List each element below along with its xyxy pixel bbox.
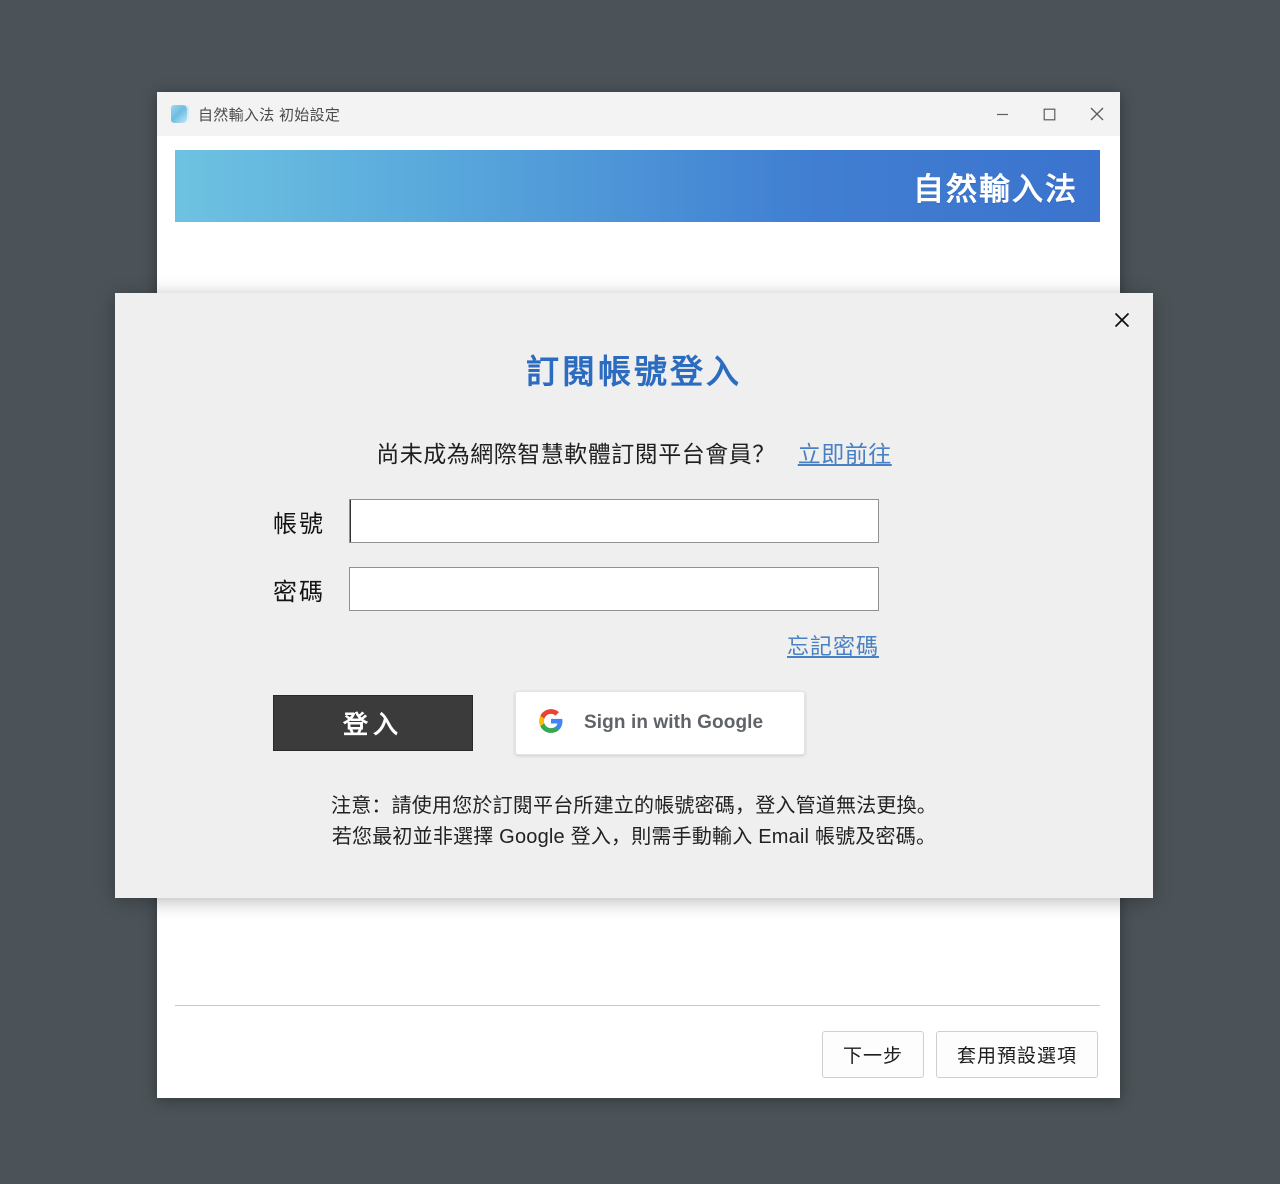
signup-link[interactable]: 立即前往 <box>798 441 892 467</box>
title-bar: 自然輸入法 初始設定 <box>157 92 1120 136</box>
window-controls <box>979 92 1120 136</box>
login-notice: 注意：請使用您於訂閱平台所建立的帳號密碼，登入管道無法更換。 若您最初並非選擇 … <box>115 791 1153 853</box>
app-icon <box>171 105 189 123</box>
password-field-row: 密碼 <box>273 567 1153 611</box>
window-title: 自然輸入法 初始設定 <box>198 106 341 124</box>
signup-prompt-text: 尚未成為網際智慧軟體訂閱平台會員？ <box>376 441 776 467</box>
google-sign-in-button[interactable]: Sign in with Google <box>515 691 805 755</box>
apply-defaults-button[interactable]: 套用預設選項 <box>935 1031 1098 1078</box>
subscription-login-dialog: 訂閱帳號登入 尚未成為網際智慧軟體訂閱平台會員？ 立即前往 帳號 密碼 忘記密碼 … <box>115 293 1153 898</box>
login-action-row: 登入 Sign in with Google <box>273 691 1153 755</box>
account-input[interactable] <box>349 499 879 543</box>
brand-banner-title: 自然輸入法 <box>913 171 1078 207</box>
next-step-button[interactable]: 下一步 <box>821 1031 924 1078</box>
minimize-icon[interactable] <box>979 92 1026 136</box>
password-label: 密碼 <box>273 578 325 606</box>
login-button[interactable]: 登入 <box>273 695 473 751</box>
login-notice-line-2: 若您最初並非選擇 Google 登入，則需手動輸入 Email 帳號及密碼。 <box>331 826 937 848</box>
google-g-icon <box>538 708 564 739</box>
signup-prompt: 尚未成為網際智慧軟體訂閱平台會員？ 立即前往 <box>115 435 1153 469</box>
forgot-password-row: 忘記密碼 <box>273 629 879 661</box>
login-form: 帳號 密碼 忘記密碼 登入 Sign in with Google <box>115 499 1153 755</box>
footer-button-group: 下一步 套用預設選項 <box>821 1031 1098 1078</box>
dialog-title: 訂閱帳號登入 <box>526 353 742 390</box>
forgot-password-link[interactable]: 忘記密碼 <box>787 634 879 659</box>
close-icon[interactable] <box>1107 305 1137 335</box>
password-input[interactable] <box>349 567 879 611</box>
google-sign-in-label: Sign in with Google <box>584 712 764 733</box>
window-footer: 下一步 套用預設選項 <box>157 993 1120 1098</box>
account-field-row: 帳號 <box>273 499 1153 543</box>
account-label: 帳號 <box>273 510 325 538</box>
brand-banner: 自然輸入法 <box>175 150 1100 222</box>
maximize-icon[interactable] <box>1026 92 1073 136</box>
close-icon[interactable] <box>1073 92 1120 136</box>
footer-divider <box>175 1005 1100 1006</box>
login-notice-line-1: 注意：請使用您於訂閱平台所建立的帳號密碼，登入管道無法更換。 <box>331 795 937 817</box>
